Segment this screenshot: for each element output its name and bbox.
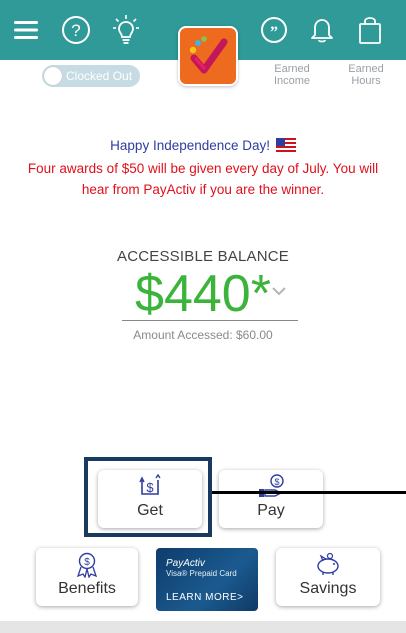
toggle-knob — [44, 67, 62, 85]
savings-label: Savings — [299, 580, 357, 597]
pay-label: Pay — [257, 502, 285, 519]
chat-quote-icon[interactable]: ” — [254, 10, 294, 50]
status-row: Clocked Out Earned Income Earned Hours — [0, 60, 406, 98]
clock-toggle[interactable]: Clocked Out — [42, 65, 140, 87]
balance-divider — [122, 320, 298, 321]
promo-subtitle: Visa® Prepaid Card — [166, 569, 237, 578]
svg-text:?: ? — [71, 21, 80, 40]
earned-income[interactable]: Earned Income — [262, 63, 322, 87]
benefits-label: Benefits — [58, 580, 116, 597]
announcement-title: Happy Independence Day! — [0, 135, 406, 158]
announcement-line2: hear from PayActiv if you are the winner… — [81, 182, 325, 197]
us-flag-icon — [275, 137, 296, 158]
svg-text:”: ” — [270, 24, 278, 41]
clock-status-label: Clocked Out — [66, 69, 133, 83]
earned-hours-line2: Hours — [351, 75, 381, 87]
svg-text:$: $ — [274, 477, 279, 487]
promo-brand: PayActiv — [166, 558, 205, 569]
chevron-down-icon[interactable] — [270, 284, 288, 302]
pay-hand-icon: $ — [257, 474, 287, 503]
svg-text:$: $ — [84, 557, 90, 568]
bell-icon[interactable] — [302, 10, 342, 50]
benefits-ribbon-icon: $ — [75, 552, 99, 583]
prepaid-card-promo[interactable]: PayActiv Visa® Prepaid Card LEARN MORE> — [156, 548, 258, 611]
announcement-line1: Four awards of $50 will be given every d… — [27, 161, 379, 176]
balance-label: ACCESSIBLE BALANCE — [117, 248, 289, 265]
lightbulb-icon[interactable] — [106, 10, 146, 50]
earned-income-line2: Income — [273, 75, 311, 87]
help-icon[interactable]: ? — [56, 10, 96, 50]
bottom-strip — [0, 621, 406, 633]
piggy-bank-icon — [314, 552, 342, 581]
savings-button[interactable]: Savings — [276, 548, 380, 606]
balance-section: ACCESSIBLE BALANCE $440* Amount Accessed… — [0, 248, 406, 342]
balance-amount: $440* — [135, 265, 271, 323]
shopping-bag-icon[interactable] — [350, 10, 390, 50]
earned-income-line1: Earned — [274, 63, 310, 75]
earned-hours-line1: Earned — [348, 63, 384, 75]
menu-icon[interactable] — [6, 10, 46, 50]
promo-cta[interactable]: LEARN MORE> — [166, 592, 243, 603]
highlight-connector-line — [212, 491, 406, 494]
amount-accessed: Amount Accessed: $60.00 — [133, 328, 273, 342]
earned-hours[interactable]: Earned Hours — [336, 63, 396, 87]
benefits-button[interactable]: $ Benefits — [36, 548, 138, 606]
announcement-title-text: Happy Independence Day! — [110, 138, 271, 153]
announcement: Happy Independence Day! Four awards of $… — [0, 135, 406, 200]
pay-button[interactable]: $ Pay — [219, 470, 323, 528]
get-highlight-box — [84, 457, 212, 537]
